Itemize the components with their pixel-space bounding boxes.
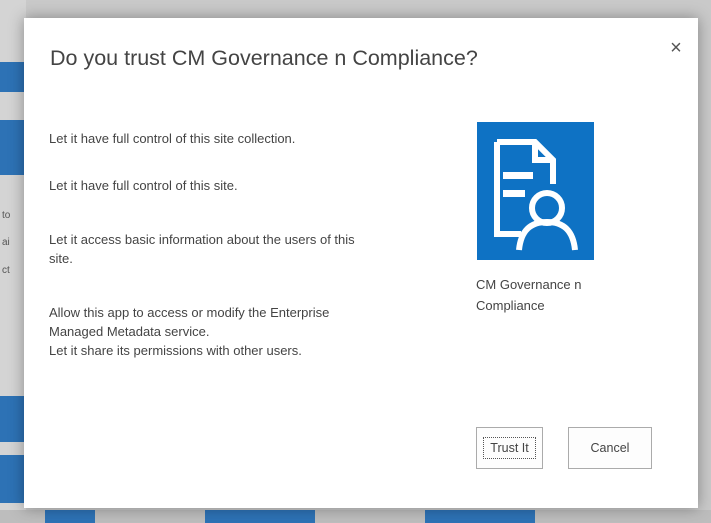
permission-line: Managed Metadata service. (49, 324, 210, 339)
dialog-title: Do you trust CM Governance n Compliance? (50, 46, 478, 70)
permission-line: Allow this app to access or modify the E… (49, 305, 330, 320)
app-icon-tile (477, 122, 594, 260)
permission-line: Let it have full control of this site co… (49, 131, 296, 146)
permission-line: Let it access basic information about th… (49, 232, 355, 247)
background-text: ct (2, 265, 10, 276)
permission-item: Let it access basic information about th… (49, 230, 355, 268)
background-tile (0, 455, 26, 503)
background-footer (0, 510, 711, 523)
permission-item: Let it have full control of this site co… (49, 129, 295, 148)
background-tile (425, 510, 535, 523)
permission-line: Let it have full control of this site. (49, 178, 238, 193)
trust-app-dialog: Do you trust CM Governance n Compliance?… (24, 18, 698, 508)
background-tile (45, 510, 95, 523)
permission-item: Allow this app to access or modify the E… (49, 303, 329, 360)
document-user-icon (494, 139, 578, 251)
app-name: CM Governance n Compliance (476, 274, 636, 316)
background-text: to (2, 210, 11, 221)
background-text: ai (2, 237, 10, 248)
trust-it-button-label: Trust It (483, 437, 536, 459)
background-tile (205, 510, 315, 523)
background-tile (0, 62, 26, 92)
cancel-button[interactable]: Cancel (568, 427, 652, 469)
background-tile (0, 396, 26, 442)
permission-item: Let it have full control of this site. (49, 176, 238, 195)
trust-it-button[interactable]: Trust It (476, 427, 543, 469)
close-icon[interactable]: × (666, 38, 686, 58)
app-name-line: CM Governance n (476, 277, 582, 292)
app-name-line: Compliance (476, 298, 545, 313)
background-tile (0, 120, 26, 175)
permission-line: site. (49, 251, 73, 266)
permission-line: Let it share its permissions with other … (49, 343, 302, 358)
